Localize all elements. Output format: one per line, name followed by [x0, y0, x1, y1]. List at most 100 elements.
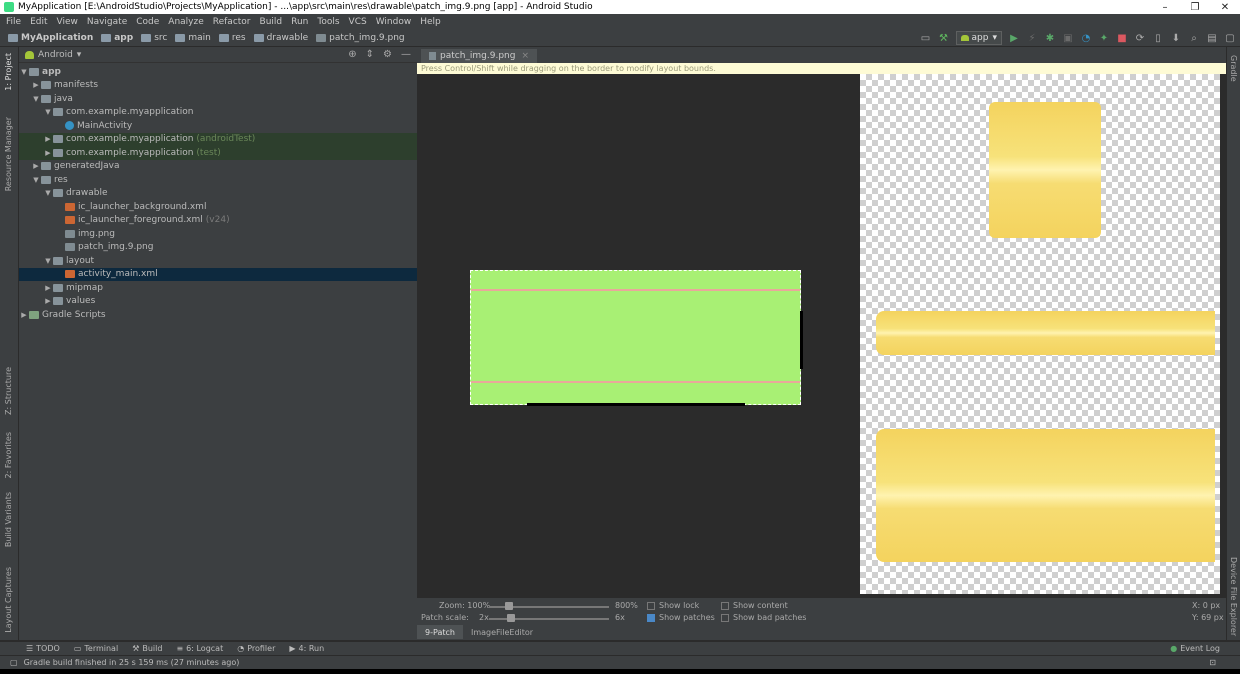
apply-changes-icon[interactable]: ⚡	[1026, 32, 1038, 44]
tree-item-mainactivity[interactable]: MainActivity	[19, 119, 417, 133]
maximize-button[interactable]: ❐	[1180, 2, 1210, 13]
debug-icon[interactable]: ✱	[1044, 32, 1056, 44]
tab-gradle[interactable]: Gradle	[1229, 55, 1238, 82]
menu-code[interactable]: Code	[136, 17, 159, 27]
tree-item-java[interactable]: ▼ java	[19, 92, 417, 106]
show-content-checkbox[interactable]: Show content	[721, 601, 788, 610]
tree-item-manifests[interactable]: ▶ manifests	[19, 79, 417, 93]
close-tab-icon[interactable]: ×	[521, 51, 529, 61]
ninepatch-edit-canvas[interactable]	[417, 74, 857, 598]
sdk-manager-icon[interactable]: ⬇	[1170, 32, 1182, 44]
avd-manager-icon[interactable]: ▯	[1152, 32, 1164, 44]
patch-guide-bottom[interactable]	[471, 381, 800, 383]
layout-icon[interactable]: ▭	[920, 32, 932, 44]
tree-item-mipmap[interactable]: ▶ mipmap	[19, 281, 417, 295]
gear-icon[interactable]: ⚙	[383, 49, 392, 60]
menu-navigate[interactable]: Navigate	[87, 17, 127, 27]
tree-item-ic-launcher-foreground[interactable]: ic_launcher_foreground.xml (v24)	[19, 214, 417, 228]
tab-project[interactable]: 1: Project	[4, 53, 13, 91]
collapsed-arrow-icon[interactable]: ▶	[43, 149, 53, 157]
chevron-down-icon[interactable]: ▾	[77, 50, 82, 60]
tab-9-patch[interactable]: 9-Patch	[417, 625, 463, 639]
tab-image-file-editor[interactable]: ImageFileEditor	[463, 625, 541, 639]
tree-item-app[interactable]: ▼ app	[19, 65, 417, 79]
tab-layout-captures[interactable]: Layout Captures	[4, 567, 13, 633]
menu-window[interactable]: Window	[376, 17, 412, 27]
breadcrumb-res[interactable]: res	[218, 33, 246, 43]
close-button[interactable]: ✕	[1210, 2, 1240, 13]
tree-item-package-test[interactable]: ▶ com.example.myapplication (test)	[19, 146, 417, 160]
lock-icon[interactable]: ⊡	[1209, 658, 1216, 667]
collapsed-arrow-icon[interactable]: ▶	[43, 297, 53, 305]
menu-analyze[interactable]: Analyze	[168, 17, 203, 27]
show-lock-checkbox[interactable]: Show lock	[647, 601, 699, 610]
expanded-arrow-icon[interactable]: ▼	[43, 189, 53, 197]
project-view-select[interactable]: Android	[38, 50, 73, 60]
tab-favorites[interactable]: 2: Favorites	[4, 432, 13, 478]
show-bad-patches-checkbox[interactable]: Show bad patches	[721, 613, 806, 622]
breadcrumb-file[interactable]: patch_img.9.png	[316, 33, 405, 43]
collapse-all-icon[interactable]: ⇕	[366, 49, 374, 60]
menu-refactor[interactable]: Refactor	[213, 17, 251, 27]
collapsed-arrow-icon[interactable]: ▶	[31, 162, 41, 170]
collapsed-arrow-icon[interactable]: ▶	[19, 311, 29, 319]
run-config-select[interactable]: app ▾	[955, 31, 1002, 45]
tree-item-gradle-scripts[interactable]: ▶ Gradle Scripts	[19, 308, 417, 322]
breadcrumb-project[interactable]: MyApplication	[8, 33, 93, 43]
tab-device-file-explorer[interactable]: Device File Explorer	[1229, 557, 1238, 636]
collapsed-arrow-icon[interactable]: ▶	[43, 135, 53, 143]
terminal-tab[interactable]: ▭ Terminal	[74, 644, 118, 653]
collapsed-arrow-icon[interactable]: ▶	[43, 284, 53, 292]
tree-item-activity-main[interactable]: activity_main.xml	[19, 267, 417, 281]
todo-tab[interactable]: ☰ TODO	[26, 644, 60, 653]
tree-item-package[interactable]: ▼ com.example.myapplication	[19, 106, 417, 120]
expanded-arrow-icon[interactable]: ▼	[43, 257, 53, 265]
tree-item-layout[interactable]: ▼ layout	[19, 254, 417, 268]
breadcrumb-main[interactable]: main	[175, 33, 211, 43]
profile-icon[interactable]: ◔	[1080, 32, 1092, 44]
collapsed-arrow-icon[interactable]: ▶	[31, 81, 41, 89]
coverage-icon[interactable]: ▣	[1062, 32, 1074, 44]
hide-panel-icon[interactable]: —	[401, 49, 411, 60]
tree-item-img-png[interactable]: img.png	[19, 227, 417, 241]
tree-item-values[interactable]: ▶ values	[19, 295, 417, 309]
breadcrumb-src[interactable]: src	[141, 33, 167, 43]
minimize-button[interactable]: –	[1150, 2, 1180, 13]
status-panel-icon[interactable]: ▢	[10, 658, 18, 667]
expanded-arrow-icon[interactable]: ▼	[43, 108, 53, 116]
stop-icon[interactable]: ■	[1116, 32, 1128, 44]
build-tab[interactable]: ⚒ Build	[132, 644, 162, 653]
menu-vcs[interactable]: VCS	[349, 17, 367, 27]
expanded-arrow-icon[interactable]: ▼	[31, 176, 41, 184]
menu-help[interactable]: Help	[420, 17, 441, 27]
search-icon[interactable]: ⌕	[1188, 32, 1200, 44]
patch-scale-slider-knob[interactable]	[507, 614, 515, 622]
tree-item-res[interactable]: ▼ res	[19, 173, 417, 187]
run-icon[interactable]: ▶	[1008, 32, 1020, 44]
run-tab[interactable]: ▶ 4: Run	[289, 644, 324, 653]
profiler-tab[interactable]: ◔ Profiler	[237, 644, 275, 653]
tab-build-variants[interactable]: Build Variants	[4, 492, 13, 547]
zoom-slider-knob[interactable]	[505, 602, 513, 610]
menu-edit[interactable]: Edit	[30, 17, 47, 27]
window-icon[interactable]: ▢	[1224, 32, 1236, 44]
tree-item-package-androidtest[interactable]: ▶ com.example.myapplication (androidTest)	[19, 132, 417, 146]
breadcrumb-app[interactable]: app	[101, 33, 133, 43]
tab-patch-img[interactable]: patch_img.9.png ×	[421, 49, 538, 63]
breadcrumb-drawable[interactable]: drawable	[253, 33, 308, 43]
ninepatch-image[interactable]	[470, 270, 803, 406]
tab-structure[interactable]: Z: Structure	[4, 367, 13, 415]
expanded-arrow-icon[interactable]: ▼	[31, 95, 41, 103]
tree-item-patch-img[interactable]: patch_img.9.png	[19, 241, 417, 255]
hammer-icon[interactable]: ⚒	[938, 32, 950, 44]
menu-build[interactable]: Build	[260, 17, 283, 27]
menu-run[interactable]: Run	[291, 17, 308, 27]
menu-tools[interactable]: Tools	[317, 17, 339, 27]
expanded-arrow-icon[interactable]: ▼	[19, 68, 29, 76]
show-patches-checkbox[interactable]: Show patches	[647, 613, 715, 622]
tree-item-ic-launcher-background[interactable]: ic_launcher_background.xml	[19, 200, 417, 214]
sync-gradle-icon[interactable]: ⟳	[1134, 32, 1146, 44]
tree-item-generatedjava[interactable]: ▶ generatedJava	[19, 160, 417, 174]
attach-debugger-icon[interactable]: ✦	[1098, 32, 1110, 44]
menu-view[interactable]: View	[57, 17, 78, 27]
